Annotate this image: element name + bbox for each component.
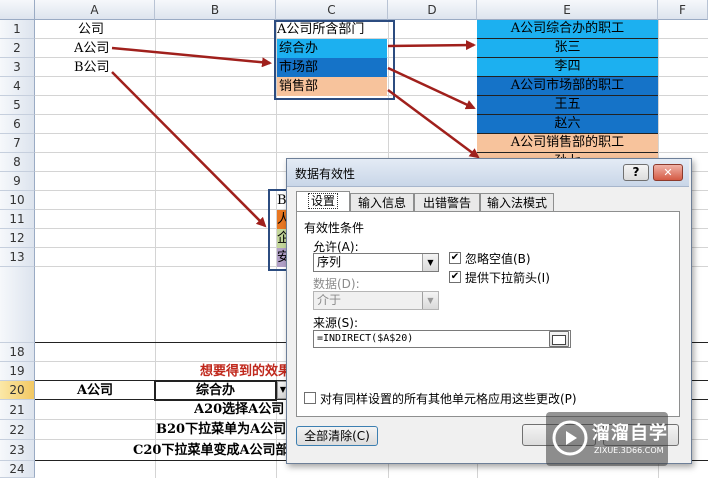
ignore-blank-label: 忽略空值(B) xyxy=(465,252,531,266)
in-cell-dropdown-label: 提供下拉箭头(I) xyxy=(465,271,550,285)
data-label: 数据(D): xyxy=(313,277,360,291)
data-select: 介于 ▼ xyxy=(313,291,439,310)
arrow-c3-to-e4 xyxy=(387,66,476,110)
data-select-value: 介于 xyxy=(317,293,342,307)
watermark-overlay: 溜溜自学 ZIXUE.3D66.COM xyxy=(546,412,668,466)
allow-select-value: 序列 xyxy=(317,255,342,269)
play-logo-icon xyxy=(552,420,588,456)
watermark-url: ZIXUE.3D66.COM xyxy=(594,446,664,455)
collapse-dialog-button[interactable] xyxy=(549,331,569,347)
tab-error-alert[interactable]: 出错警告 xyxy=(414,193,480,212)
source-input[interactable]: =INDIRECT($A$20) xyxy=(313,330,571,348)
arrow-a3-to-c10 xyxy=(111,71,267,228)
clear-all-label: 全部清除(C) xyxy=(304,429,370,443)
close-button[interactable]: ✕ xyxy=(653,164,683,181)
dialog-title-bar[interactable]: 数据有效性 ? ✕ xyxy=(287,159,689,187)
tab-ime-mode[interactable]: 输入法模式 xyxy=(480,193,554,212)
clear-all-button[interactable]: 全部清除(C) xyxy=(296,426,378,446)
dialog-title: 数据有效性 xyxy=(295,167,356,181)
chevron-down-icon[interactable]: ▼ xyxy=(422,254,438,271)
chevron-down-icon: ▼ xyxy=(422,292,438,309)
arrow-a2-to-c xyxy=(111,46,272,68)
source-input-value: =INDIRECT($A$20) xyxy=(317,333,414,344)
apply-all-checkbox[interactable] xyxy=(304,392,316,404)
source-label: 来源(S): xyxy=(313,316,359,330)
help-button[interactable]: ? xyxy=(623,164,649,181)
tab-settings-label: 设置 xyxy=(307,193,339,209)
tab-settings[interactable]: 设置 xyxy=(296,191,350,212)
validation-criteria-label: 有效性条件 xyxy=(304,221,365,235)
arrow-c4-to-e7 xyxy=(387,88,480,159)
arrow-c2-to-e1 xyxy=(387,40,476,51)
apply-all-label: 对有同样设置的所有其他单元格应用这些更改(P) xyxy=(320,392,577,406)
tab-input-message[interactable]: 输入信息 xyxy=(350,193,414,212)
range-select-icon xyxy=(552,335,566,345)
watermark-brand: 溜溜自学 xyxy=(592,423,668,444)
allow-select[interactable]: 序列 ▼ xyxy=(313,253,439,272)
ignore-blank-checkbox[interactable]: ✔ xyxy=(449,252,461,264)
in-cell-dropdown-checkbox[interactable]: ✔ xyxy=(449,271,461,283)
